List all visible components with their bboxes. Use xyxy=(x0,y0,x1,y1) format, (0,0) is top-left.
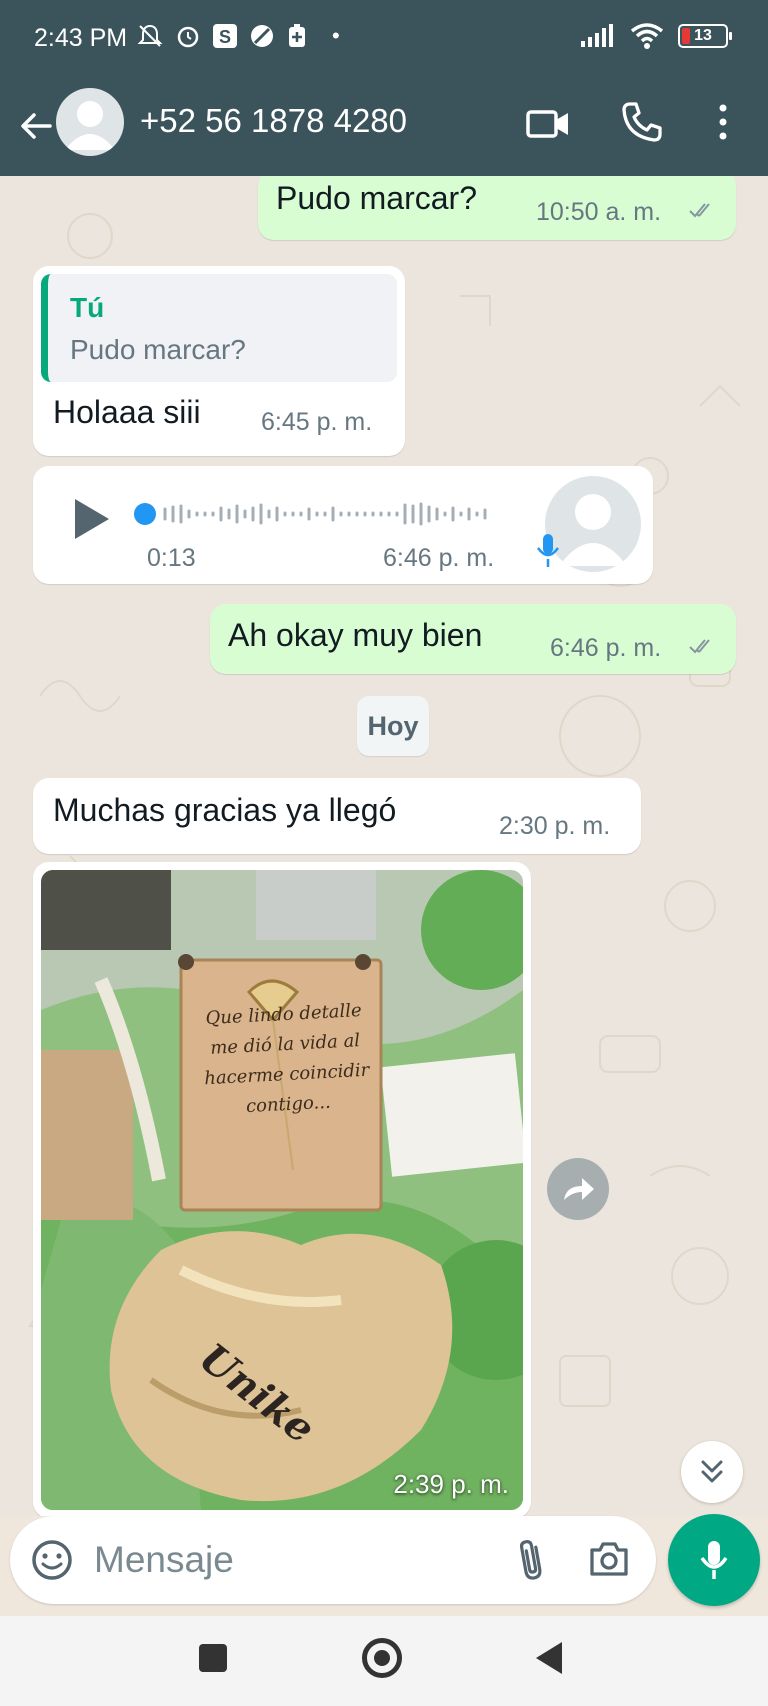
system-navigation-bar xyxy=(0,1616,768,1706)
status-right: 13 xyxy=(580,22,732,50)
back-arrow-icon[interactable] xyxy=(14,104,58,148)
message-incoming[interactable]: Tú Pudo marcar? Holaaa siii 6:45 p. m. xyxy=(33,266,405,456)
muted-notifications-icon xyxy=(137,24,163,47)
read-ticks-icon xyxy=(689,639,710,654)
battery-level: 13 xyxy=(694,27,712,44)
message-outgoing[interactable]: Pudo marcar? 10:50 a. m. xyxy=(258,176,736,240)
message-incoming[interactable]: Muchas gracias ya llegó 2:30 p. m. xyxy=(33,778,641,854)
status-time: 2:43 PM xyxy=(34,24,128,52)
signal-icon xyxy=(581,24,613,47)
alarm-icon xyxy=(177,26,199,48)
video-call-icon[interactable] xyxy=(524,100,572,148)
chevron-double-down-icon xyxy=(701,1460,723,1483)
message-time: 6:45 p. m. xyxy=(261,408,373,436)
nav-back-icon[interactable] xyxy=(534,1640,564,1676)
record-voice-button[interactable] xyxy=(668,1514,760,1606)
contact-avatar[interactable] xyxy=(56,88,124,156)
quote-author: Tú xyxy=(70,292,105,323)
phone-icon[interactable] xyxy=(618,98,666,146)
play-icon[interactable] xyxy=(71,496,111,542)
app-s-icon: S xyxy=(213,24,237,48)
chat-area[interactable]: Pudo marcar? 10:50 a. m. Tú Pudo marcar?… xyxy=(0,176,768,1516)
read-ticks-icon xyxy=(689,203,710,218)
message-time: 2:39 p. m. xyxy=(393,1469,509,1499)
forward-icon xyxy=(564,1178,594,1200)
svg-text:S: S xyxy=(219,27,231,47)
message-input[interactable] xyxy=(94,1536,494,1584)
audio-waveform[interactable] xyxy=(131,496,541,532)
mic-icon xyxy=(700,1541,728,1579)
message-time: 6:46 p. m. xyxy=(383,544,495,572)
forward-button[interactable] xyxy=(547,1158,609,1220)
message-outgoing[interactable]: Ah okay muy bien 6:46 p. m. xyxy=(210,604,736,674)
day-divider: Hoy xyxy=(357,696,429,756)
recents-button[interactable] xyxy=(199,1644,227,1672)
status-icons: S • xyxy=(136,22,340,50)
message-text: Pudo marcar? xyxy=(276,180,477,216)
paperclip-icon[interactable] xyxy=(510,1536,554,1584)
message-time: 6:46 p. m. xyxy=(550,634,662,662)
photo-attachment[interactable]: Que lindo detalle me dió la vida al hace… xyxy=(41,870,523,1510)
contact-name[interactable]: +52 56 1878 4280 xyxy=(140,102,407,140)
status-bar: 2:43 PM S • 13 xyxy=(0,0,768,78)
message-composer xyxy=(10,1516,656,1604)
quoted-message[interactable]: Tú Pudo marcar? xyxy=(41,274,397,382)
voice-message[interactable]: 0:13 6:46 p. m. xyxy=(33,466,653,584)
home-button[interactable] xyxy=(362,1638,402,1678)
message-time: 2:30 p. m. xyxy=(499,812,611,840)
image-message[interactable]: Que lindo detalle me dió la vida al hace… xyxy=(33,862,531,1516)
message-time: 10:50 a. m. xyxy=(536,198,662,226)
battery-saver-icon xyxy=(289,24,305,47)
box-engraving: Que lindo detalle me dió la vida al hace… xyxy=(203,999,370,1118)
mic-icon xyxy=(536,534,560,567)
message-text: Ah okay muy bien xyxy=(228,617,483,653)
scroll-to-bottom-button[interactable] xyxy=(681,1441,743,1503)
chat-header: +52 56 1878 4280 xyxy=(0,78,768,176)
camera-icon[interactable] xyxy=(586,1536,632,1582)
emoji-icon[interactable] xyxy=(30,1538,74,1582)
quote-text: Pudo marcar? xyxy=(70,334,246,365)
default-avatar-icon xyxy=(65,101,115,150)
more-vertical-icon[interactable] xyxy=(708,98,738,146)
wifi-icon xyxy=(630,23,664,49)
message-text: Holaaa siii xyxy=(53,394,201,430)
data-saver-icon xyxy=(251,25,273,47)
voice-duration: 0:13 xyxy=(147,544,196,572)
battery-indicator: 13 xyxy=(678,24,732,48)
message-text: Muchas gracias ya llegó xyxy=(53,792,397,828)
